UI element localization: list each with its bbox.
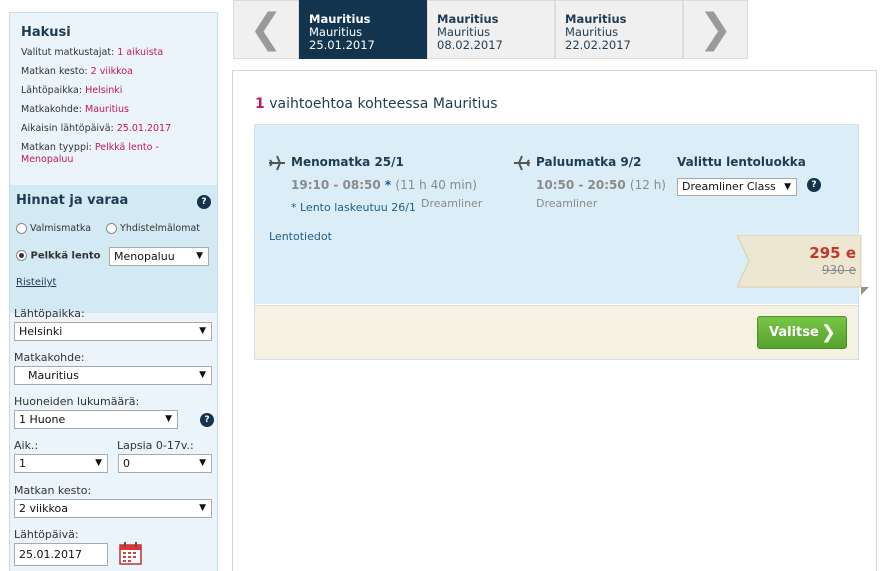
- date-tab-1[interactable]: Mauritius Mauritius 25.01.2017: [299, 0, 427, 59]
- calendar-icon[interactable]: [119, 542, 142, 568]
- children-select[interactable]: 0 ▼: [118, 454, 212, 473]
- return-title: Paluumatka 9/2: [536, 155, 642, 169]
- adults-select[interactable]: 1 ▼: [14, 454, 108, 473]
- chevron-down-icon: ▼: [95, 458, 102, 468]
- plane-return-icon: [513, 154, 531, 175]
- landing-note: * Lento laskeutuu 26/1: [291, 201, 416, 214]
- select-button[interactable]: Valitse ❯: [757, 316, 847, 349]
- outbound-title: Menomatka 25/1: [291, 155, 404, 169]
- cruises-link[interactable]: Risteilyt: [16, 277, 211, 288]
- class-title: Valittu lentoluokka: [677, 155, 806, 169]
- flight-class-select[interactable]: Dreamliner Class ▼: [677, 178, 797, 196]
- date-tab-3[interactable]: Mauritius Mauritius 22.02.2017: [555, 0, 683, 59]
- summary-row: Lähtöpaikka: Helsinki: [21, 85, 123, 96]
- booking-panel: Hinnat ja varaa ? Valmismatka Yhdistelmä…: [10, 185, 217, 313]
- summary-row: Aikaisin lähtöpäivä: 25.01.2017: [21, 123, 172, 134]
- destination-label: Matkakohde:: [14, 351, 85, 364]
- flight-info-link[interactable]: Lentotiedot: [269, 230, 332, 243]
- chevron-down-icon: ▼: [199, 458, 206, 468]
- radio-selected-icon: [16, 250, 27, 261]
- trip-direction-select[interactable]: Menopaluu ▼: [109, 247, 209, 266]
- chevron-down-icon: ▼: [199, 326, 206, 336]
- booking-title: Hinnat ja varaa ?: [16, 193, 211, 211]
- return-aircraft: Dreamliner: [536, 197, 598, 210]
- results-heading: 1 vaihtoehtoa kohteessa Mauritius: [255, 96, 498, 112]
- departure-select[interactable]: Helsinki ▼: [14, 322, 212, 341]
- date-tab-2[interactable]: Mauritius Mauritius 08.02.2017: [427, 0, 555, 59]
- chevron-right-icon: ❯: [820, 322, 836, 343]
- chevron-down-icon: ▼: [784, 182, 791, 192]
- date-label: Lähtöpäivä:: [14, 528, 79, 541]
- prev-dates-button[interactable]: ❮: [233, 0, 299, 59]
- return-time: 10:50 - 20:50 (12 h): [536, 178, 666, 192]
- departure-label: Lähtöpaikka:: [14, 307, 85, 320]
- summary-title: Hakusi: [21, 25, 71, 40]
- rooms-label: Huoneiden lukumäärä:: [14, 395, 140, 408]
- outbound-aircraft: Dreamliner: [421, 197, 483, 210]
- summary-row: Valitut matkustajat: 1 aikuista: [21, 47, 164, 58]
- date-input[interactable]: 25.01.2017: [14, 543, 108, 566]
- duration-select[interactable]: 2 viikkoa ▼: [14, 499, 212, 518]
- outbound-time: 19:10 - 08:50 * (11 h 40 min): [291, 178, 477, 192]
- chevron-down-icon: ▼: [196, 251, 203, 261]
- help-icon[interactable]: ?: [197, 195, 211, 209]
- summary-row: Matkan tyyppi: Pelkkä lento - Menopaluu: [21, 142, 159, 165]
- chevron-down-icon: ▼: [199, 503, 206, 513]
- chevron-right-icon: ❯: [698, 6, 733, 52]
- radio-icon: [106, 223, 117, 234]
- adults-label: Aik.:: [14, 439, 39, 452]
- original-price: 930 e: [821, 263, 856, 277]
- radio-icon: [16, 223, 27, 234]
- chevron-down-icon: ▼: [165, 414, 172, 424]
- duration-label: Matkan kesto:: [14, 484, 92, 497]
- destination-select[interactable]: Mauritius ▼: [14, 366, 212, 385]
- rooms-select[interactable]: 1 Huone ▼: [14, 410, 178, 429]
- price-tag: 295 e 930 e: [737, 235, 872, 295]
- chevron-down-icon: ▼: [199, 370, 206, 380]
- help-icon[interactable]: ?: [807, 178, 821, 192]
- sidebar: Hakusi Valitut matkustajat: 1 aikuista M…: [9, 12, 218, 571]
- summary-row: Matkan kesto: 2 viikkoa: [21, 66, 133, 77]
- page-root: Hakusi Valitut matkustajat: 1 aikuista M…: [0, 0, 881, 571]
- flight-only-row: Pelkkä lento Menopaluu ▼: [16, 247, 211, 277]
- trip-type-row: Valmismatka Yhdistelmälomat: [16, 223, 211, 237]
- summary-row: Matkakohde: Mauritius: [21, 104, 129, 115]
- next-dates-button[interactable]: ❯: [683, 0, 748, 59]
- radio-flight-only[interactable]: Pelkkä lento: [16, 250, 101, 262]
- plane-departure-icon: [268, 154, 286, 175]
- search-summary: Hakusi Valitut matkustajat: 1 aikuista M…: [10, 13, 217, 185]
- children-label: Lapsia 0-17v.:: [117, 439, 194, 452]
- radio-combination[interactable]: Yhdistelmälomat: [106, 223, 200, 234]
- radio-package[interactable]: Valmismatka: [16, 223, 91, 234]
- current-price: 295 e: [809, 244, 856, 262]
- help-icon[interactable]: ?: [200, 413, 214, 427]
- chevron-left-icon: ❮: [249, 6, 283, 52]
